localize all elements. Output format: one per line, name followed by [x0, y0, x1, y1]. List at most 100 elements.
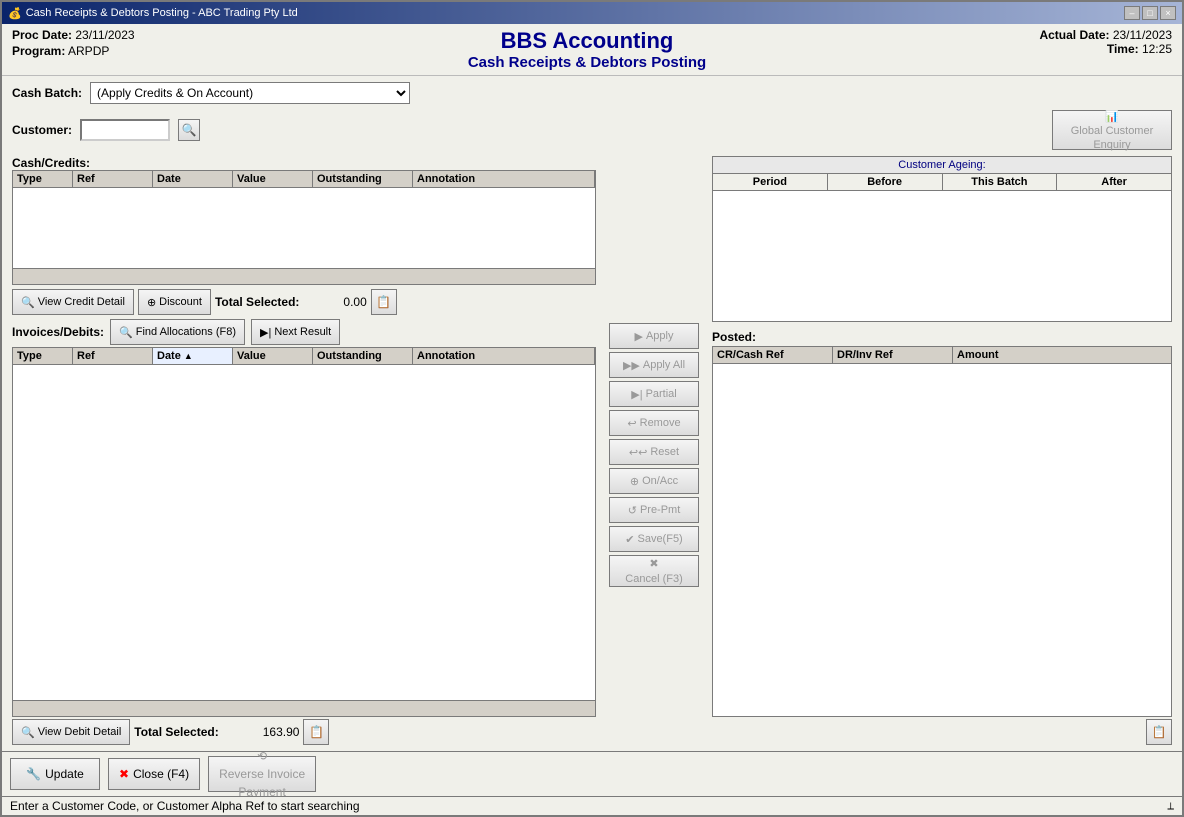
pre-pmt-button[interactable]: ↺ Pre-Pmt: [609, 497, 699, 523]
status-message: Enter a Customer Code, or Customer Alpha…: [10, 799, 360, 813]
program-label: Program:: [12, 44, 65, 58]
remove-button[interactable]: ↩ Remove: [609, 410, 699, 436]
title-bar: 💰 Cash Receipts & Debtors Posting - ABC …: [2, 2, 1182, 24]
cc-col-value: Value: [233, 171, 313, 187]
content-area: Cash Batch: (Apply Credits & On Account)…: [2, 76, 1182, 751]
partial-icon: ▶|: [631, 388, 642, 401]
main-panels: Cash/Credits: Type Ref Date Value Outsta…: [12, 156, 1172, 745]
save-button[interactable]: ✔ Save(F5): [609, 526, 699, 552]
apply-button[interactable]: ▶ Apply: [609, 323, 699, 349]
posted-copy-row: 📋: [712, 719, 1172, 745]
inv-col-date[interactable]: Date ▲: [153, 348, 233, 364]
bottom-bar: 🔧 Update ✖ Close (F4) ⟲ Reverse Invoice …: [2, 751, 1182, 796]
sort-ascending-icon: ▲: [184, 351, 193, 361]
partial-button[interactable]: ▶| Partial: [609, 381, 699, 407]
header-area: Proc Date: 23/11/2023Program: ARPDP BBS …: [2, 24, 1182, 76]
customer-input[interactable]: [80, 119, 170, 141]
app-icon: 💰: [8, 7, 22, 20]
remove-label: Remove: [640, 417, 681, 429]
minimize-button[interactable]: –: [1124, 6, 1140, 20]
save-icon: ✔: [625, 533, 634, 546]
header-right: Actual Date: 23/11/2023Time: 12:25: [1039, 28, 1172, 71]
main-window: 💰 Cash Receipts & Debtors Posting - ABC …: [0, 0, 1184, 817]
remove-icon: ↩: [627, 417, 636, 430]
posted-body[interactable]: [713, 364, 1171, 716]
view-debit-detail-label: View Debit Detail: [38, 726, 122, 738]
invoices-toolbar: 🔍 View Debit Detail Total Selected: 163.…: [12, 719, 596, 745]
inv-col-value: Value: [233, 348, 313, 364]
global-enquiry-button[interactable]: 📊 Global Customer Enquiry: [1052, 110, 1172, 150]
invoices-section: Invoices/Debits: 🔍 Find Allocations (F8)…: [12, 319, 596, 745]
on-acc-label: On/Acc: [642, 475, 678, 487]
posted-section: Posted: CR/Cash Ref DR/Inv Ref Amount 📋: [712, 330, 1172, 745]
right-panel: Customer Ageing: Period Before This Batc…: [712, 156, 1172, 745]
apply-label: Apply: [646, 330, 674, 342]
apply-all-button[interactable]: ▶▶ Apply All: [609, 352, 699, 378]
posted-label: Posted:: [712, 330, 1172, 344]
reverse-invoice-button[interactable]: ⟲ Reverse Invoice Payment: [208, 756, 316, 792]
inv-col-outstanding: Outstanding: [313, 348, 413, 364]
reset-icon: ↩↩: [629, 446, 647, 459]
inv-col-type: Type: [13, 348, 73, 364]
posted-col-amount: Amount: [953, 347, 1171, 363]
on-acc-button[interactable]: ⊕ On/Acc: [609, 468, 699, 494]
view-debit-icon: 🔍: [21, 726, 35, 739]
cancel-label: Cancel (F3): [625, 573, 682, 585]
header-center: BBS Accounting Cash Receipts & Debtors P…: [468, 28, 706, 71]
cash-batch-select[interactable]: (Apply Credits & On Account): [90, 82, 410, 104]
close-label: Close (F4): [133, 767, 189, 781]
status-bar: Enter a Customer Code, or Customer Alpha…: [2, 796, 1182, 815]
global-enquiry-icon: 📊: [1105, 110, 1119, 123]
partial-label: Partial: [646, 388, 677, 400]
program-row: Program: ARPDP: [12, 44, 135, 58]
cash-batch-label: Cash Batch:: [12, 86, 82, 100]
invoices-grid: Type Ref Date ▲ Value Outstanding Annota…: [12, 347, 596, 717]
customer-search-icon[interactable]: 🔍: [178, 119, 200, 141]
title-bar-controls: – □ ×: [1124, 6, 1176, 20]
close-button[interactable]: ✖ Close (F4): [108, 758, 200, 790]
update-button[interactable]: 🔧 Update: [10, 758, 100, 790]
posted-grid-header: CR/Cash Ref DR/Inv Ref Amount: [713, 347, 1171, 364]
view-credit-detail-button[interactable]: 🔍 View Credit Detail: [12, 289, 134, 315]
reset-button[interactable]: ↩↩ Reset: [609, 439, 699, 465]
inv-copy-button[interactable]: 📋: [303, 719, 329, 745]
inv-col-ref: Ref: [73, 348, 153, 364]
ageing-label: Customer Ageing:: [713, 157, 1171, 174]
cash-copy-button[interactable]: 📋: [371, 289, 397, 315]
discount-button[interactable]: ⊕ Discount: [138, 289, 211, 315]
view-credit-detail-label: View Credit Detail: [38, 296, 125, 308]
customer-row: Customer: 🔍 📊 Global Customer Enquiry: [12, 110, 1172, 150]
cancel-icon: ✖: [649, 557, 658, 570]
reverse-invoice-icon: ⟲: [257, 749, 267, 763]
cancel-button[interactable]: ✖ Cancel (F3): [609, 555, 699, 587]
ageing-grid-header: Period Before This Batch After: [713, 174, 1171, 191]
cash-credits-body[interactable]: [13, 188, 595, 268]
maximize-button[interactable]: □: [1142, 6, 1158, 20]
find-allocations-label: Find Allocations (F8): [136, 326, 236, 338]
app-subtitle: Cash Receipts & Debtors Posting: [468, 54, 706, 71]
next-result-icon: ▶|: [260, 326, 271, 339]
cash-total-selected-value: 0.00: [343, 295, 366, 309]
cash-credits-header: Type Ref Date Value Outstanding Annotati…: [13, 171, 595, 188]
cc-col-type: Type: [13, 171, 73, 187]
next-result-button[interactable]: ▶| Next Result: [251, 319, 340, 345]
discount-label: Discount: [159, 296, 202, 308]
invoices-header-row: Invoices/Debits: 🔍 Find Allocations (F8)…: [12, 319, 596, 345]
global-enquiry-line2: Enquiry: [1093, 139, 1130, 151]
find-allocations-button[interactable]: 🔍 Find Allocations (F8): [110, 319, 245, 345]
cash-credits-toolbar: 🔍 View Credit Detail ⊕ Discount Total Se…: [12, 289, 596, 315]
customer-ageing-panel: Customer Ageing: Period Before This Batc…: [712, 156, 1172, 322]
window-title: Cash Receipts & Debtors Posting - ABC Tr…: [26, 7, 298, 19]
invoices-body[interactable]: [13, 365, 595, 700]
posted-copy-button[interactable]: 📋: [1146, 719, 1172, 745]
pre-pmt-icon: ↺: [628, 504, 637, 517]
view-debit-detail-button[interactable]: 🔍 View Debit Detail: [12, 719, 130, 745]
close-button[interactable]: ×: [1160, 6, 1176, 20]
posted-grid: CR/Cash Ref DR/Inv Ref Amount: [712, 346, 1172, 717]
cc-col-annotation: Annotation: [413, 171, 595, 187]
reset-label: Reset: [650, 446, 679, 458]
cash-total-selected-label: Total Selected:: [215, 295, 299, 309]
invoices-scrollbar[interactable]: [13, 700, 595, 716]
invoices-header: Type Ref Date ▲ Value Outstanding Annota…: [13, 348, 595, 365]
cash-credits-scrollbar[interactable]: [13, 268, 595, 284]
